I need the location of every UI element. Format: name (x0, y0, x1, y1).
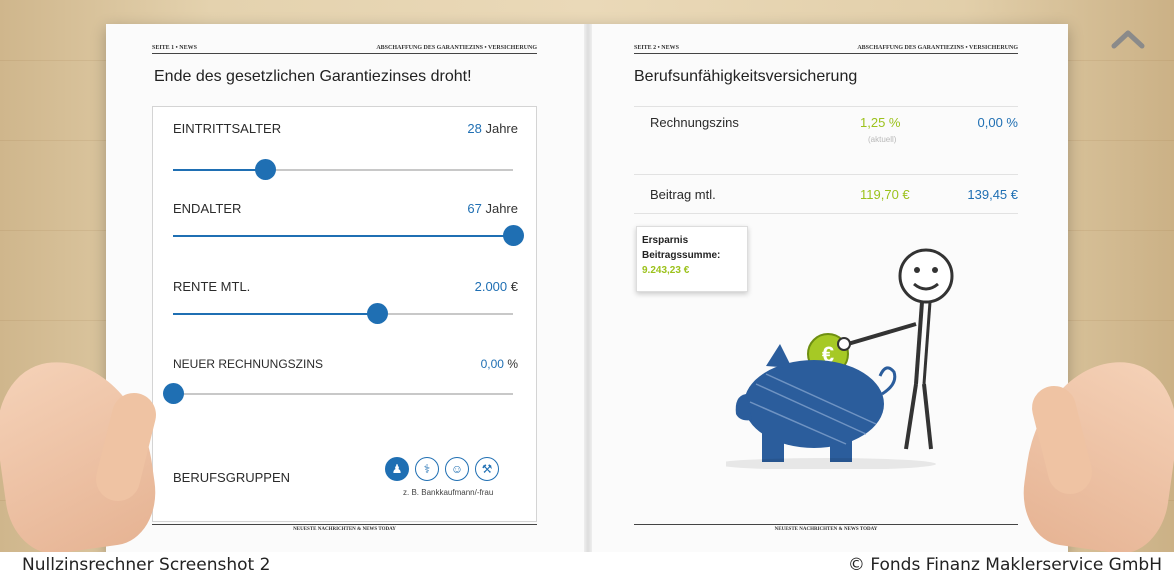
right-header-topic: ABSCHAFFUNG DES GARANTIEZINS • VERSICHER… (857, 45, 1018, 51)
nurse-icon[interactable]: ☺ (445, 457, 469, 481)
left-page-title: Ende des gesetzlichen Garantiezinses dro… (154, 68, 472, 85)
left-page-footer: NEUESTE NACHRICHTEN & NEWS TODAY (152, 524, 537, 534)
slider-track[interactable] (163, 383, 513, 404)
collapse-chevron-icon[interactable] (1108, 26, 1148, 50)
slider-track[interactable] (173, 303, 513, 324)
slider-knob[interactable] (254, 159, 276, 180)
row-label: Beitrag mtl. (650, 187, 716, 202)
right-page-footer: NEUESTE NACHRICHTEN & NEWS TODAY (634, 524, 1018, 534)
new-value: 0,00 % (977, 115, 1018, 130)
piggy-bank-stickman-illustration: € (726, 248, 954, 469)
slider-knob[interactable] (367, 303, 388, 324)
craftsman-icon[interactable]: ⚒ (475, 457, 499, 481)
slider-value: 0,00 % (480, 357, 518, 371)
occupation-groups-label: BERUFSGRUPPEN (173, 470, 291, 485)
slider-value: 28 Jahre (467, 121, 518, 136)
right-page-header: SEITE 2 • NEWS ABSCHAFFUNG DES GARANTIEZ… (634, 44, 1018, 54)
doctor-icon[interactable]: ⚕ (415, 457, 439, 481)
caption-left: Nullzinsrechner Screenshot 2 (22, 555, 271, 575)
occupation-group-caption: z. B. Bankkaufmann/-frau (403, 488, 494, 497)
caption-right: © Fonds Finanz Maklerservice GmbH (847, 555, 1162, 575)
slider-label: EINTRITTSALTER (173, 121, 282, 136)
current-note: (aktuell) (868, 135, 897, 144)
current-value: 119,70 € (860, 187, 910, 202)
right-header-section: SEITE 2 • NEWS (634, 45, 679, 51)
left-header-topic: ABSCHAFFUNG DES GARANTIEZINS • VERSICHER… (376, 45, 537, 51)
slider-knob[interactable] (503, 225, 524, 246)
magazine: SEITE 1 • NEWS ABSCHAFFUNG DES GARANTIEZ… (106, 24, 1068, 554)
slider-label: NEUER RECHNUNGSZINS (173, 357, 324, 371)
row-monthly-premium: Beitrag mtl. 119,70 € 139,45 € (634, 174, 1018, 214)
slider-label: ENDALTER (173, 201, 242, 216)
calculator-card: EINTRITTSALTER 28 Jahre ENDALTER 67 Jahr… (152, 106, 537, 522)
left-header-section: SEITE 1 • NEWS (152, 45, 197, 51)
slider-knob[interactable] (163, 383, 184, 404)
row-label: Rechnungszins (650, 115, 739, 130)
magazine-spine (584, 24, 592, 554)
right-page-title: Berufsunfähigkeitsversicherung (634, 68, 858, 85)
office-worker-icon[interactable]: ♟ (385, 457, 409, 481)
slider-track[interactable] (173, 225, 524, 246)
slider-label: RENTE MTL. (173, 279, 251, 294)
slider-value: 67 Jahre (467, 201, 518, 216)
current-value: 1,25 % (860, 115, 901, 130)
slider-track[interactable] (173, 159, 513, 180)
slider-value: 2.000 € (474, 279, 518, 294)
new-value: 139,45 € (967, 187, 1018, 202)
left-page-header: SEITE 1 • NEWS ABSCHAFFUNG DES GARANTIEZ… (152, 44, 537, 54)
occupation-group-icons: ♟ ⚕ ☺ ⚒ (385, 457, 499, 481)
row-interest-rate: Rechnungszins 1,25 % (aktuell) 0,00 % (634, 106, 1018, 168)
wood-background: SEITE 1 • NEWS ABSCHAFFUNG DES GARANTIEZ… (0, 0, 1174, 583)
